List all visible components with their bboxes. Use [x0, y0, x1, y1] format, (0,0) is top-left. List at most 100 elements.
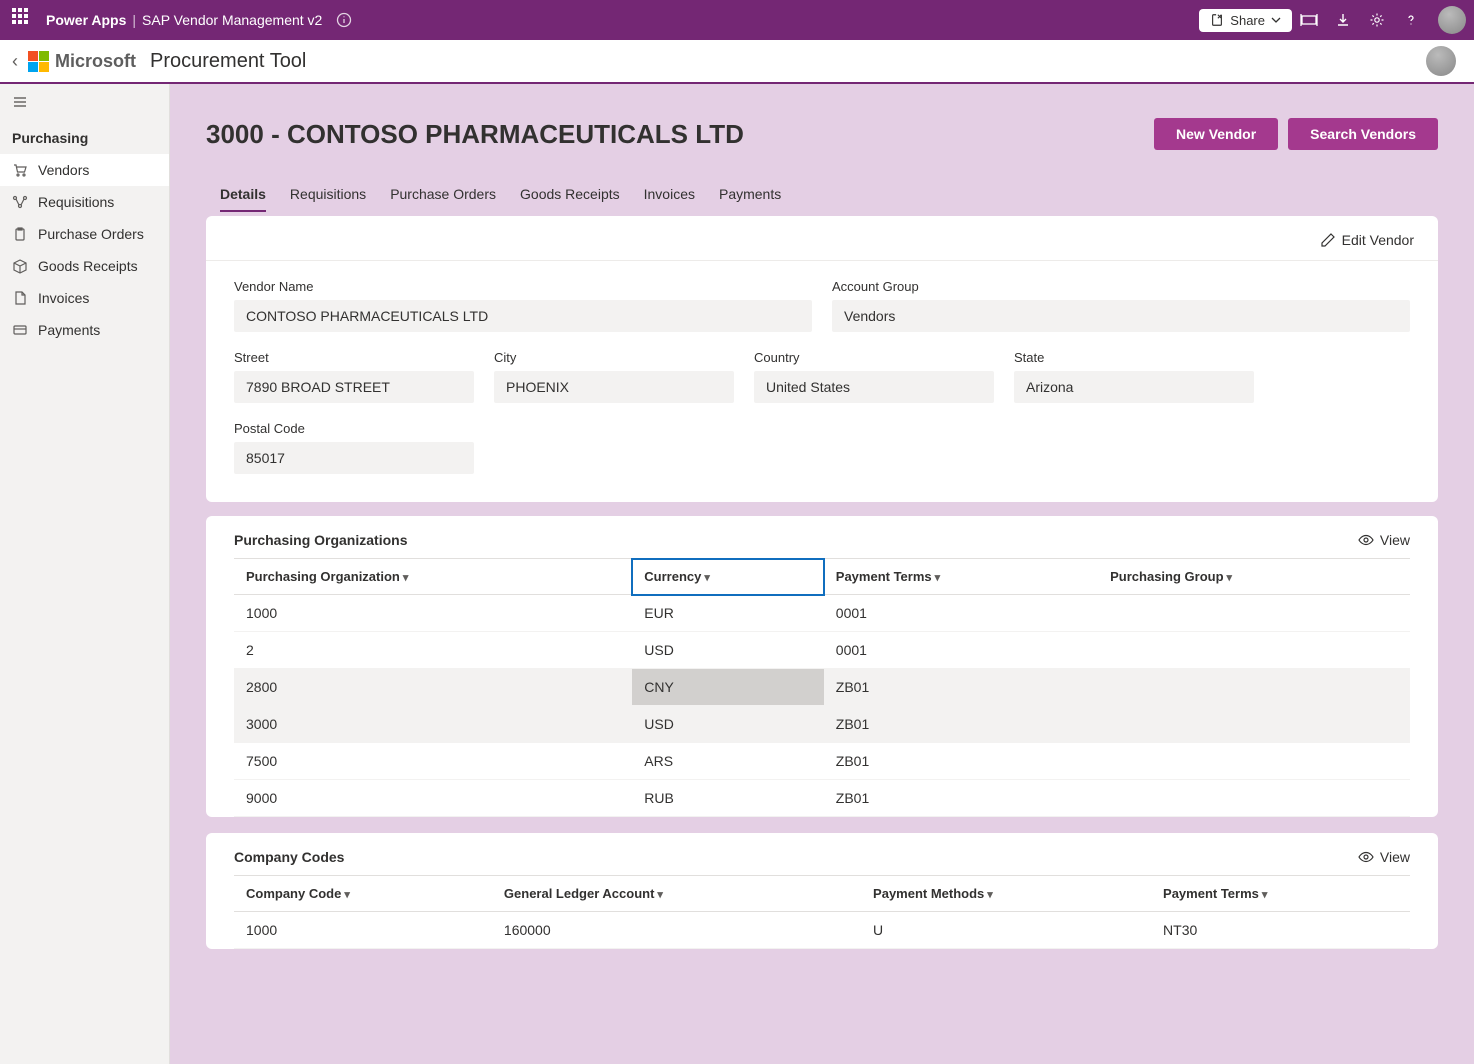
table-row[interactable]: 2USD0001 [234, 632, 1410, 669]
back-icon[interactable]: ‹ [12, 51, 18, 72]
eye-icon [1358, 532, 1374, 548]
table-cell: ZB01 [824, 743, 1098, 780]
edit-label: Edit Vendor [1342, 232, 1414, 248]
share-label: Share [1230, 13, 1265, 28]
title-separator: | [132, 12, 136, 28]
user-avatar[interactable] [1438, 6, 1466, 34]
pencil-icon [1320, 232, 1336, 248]
table-cell: 0001 [824, 595, 1098, 632]
microsoft-logo-icon [28, 51, 49, 72]
street-label: Street [234, 350, 474, 365]
share-button[interactable]: Share [1199, 9, 1292, 32]
sidebar-item-vendors[interactable]: Vendors [0, 154, 169, 186]
city-label: City [494, 350, 734, 365]
sidebar-item-label: Payments [38, 322, 100, 338]
view-label: View [1380, 849, 1410, 865]
table-cell: 1000 [234, 595, 632, 632]
sidebar-item-label: Purchase Orders [38, 226, 144, 242]
sidebar-item-label: Requisitions [38, 194, 114, 210]
col-payment-terms[interactable]: Payment Terms▾ [824, 559, 1098, 595]
table-cell [1098, 780, 1410, 817]
tool-header: ‹ Microsoft Procurement Tool [0, 40, 1474, 84]
tab-payments[interactable]: Payments [719, 178, 781, 212]
table-cell: ZB01 [824, 706, 1098, 743]
box-icon [12, 258, 28, 274]
city-value: PHOENIX [494, 371, 734, 403]
col-currency[interactable]: Currency▾ [632, 559, 823, 595]
app-title: SAP Vendor Management v2 [142, 12, 322, 28]
sidebar-item-invoices[interactable]: Invoices [0, 282, 169, 314]
table-cell: EUR [632, 595, 823, 632]
sidebar-item-requisitions[interactable]: Requisitions [0, 186, 169, 218]
sidebar-item-payments[interactable]: Payments [0, 314, 169, 346]
company-codes-view-button[interactable]: View [1358, 849, 1410, 865]
table-cell: 9000 [234, 780, 632, 817]
tab-goods-receipts[interactable]: Goods Receipts [520, 178, 620, 212]
search-vendors-button[interactable]: Search Vendors [1288, 118, 1438, 150]
card-icon [12, 322, 28, 338]
table-cell: NT30 [1151, 912, 1410, 949]
table-row[interactable]: 3000USDZB01 [234, 706, 1410, 743]
account-group-label: Account Group [832, 279, 1410, 294]
tab-details[interactable]: Details [220, 178, 266, 212]
table-cell: 2 [234, 632, 632, 669]
view-label: View [1380, 532, 1410, 548]
sidebar: Purchasing Vendors Requisitions Purchase… [0, 84, 170, 1064]
sidebar-item-goods-receipts[interactable]: Goods Receipts [0, 250, 169, 282]
table-cell: CNY [632, 669, 823, 706]
table-cell [1098, 595, 1410, 632]
clipboard-icon [12, 226, 28, 242]
table-cell: 160000 [492, 912, 861, 949]
main-content: 3000 - CONTOSO PHARMACEUTICALS LTD New V… [170, 84, 1474, 1064]
new-vendor-button[interactable]: New Vendor [1154, 118, 1278, 150]
hamburger-icon[interactable] [0, 84, 40, 120]
sidebar-item-purchase-orders[interactable]: Purchase Orders [0, 218, 169, 250]
help-icon[interactable] [1394, 0, 1428, 40]
chevron-down-icon [1271, 15, 1281, 25]
download-icon[interactable] [1326, 0, 1360, 40]
table-row[interactable]: 7500ARSZB01 [234, 743, 1410, 780]
state-value: Arizona [1014, 371, 1254, 403]
top-app-bar: Power Apps | SAP Vendor Management v2 Sh… [0, 0, 1474, 40]
table-row[interactable]: 1000160000UNT30 [234, 912, 1410, 949]
col-purchasing-org[interactable]: Purchasing Organization▾ [234, 559, 632, 595]
sidebar-item-label: Goods Receipts [38, 258, 138, 274]
settings-icon[interactable] [1360, 0, 1394, 40]
table-row[interactable]: 1000EUR0001 [234, 595, 1410, 632]
page-title: 3000 - CONTOSO PHARMACEUTICALS LTD [206, 119, 744, 150]
tab-purchase-orders[interactable]: Purchase Orders [390, 178, 496, 212]
info-icon[interactable] [336, 12, 352, 28]
app-name: Power Apps [46, 12, 126, 28]
vendor-name-value: CONTOSO PHARMACEUTICALS LTD [234, 300, 812, 332]
eye-icon [1358, 849, 1374, 865]
tab-bar: Details Requisitions Purchase Orders Goo… [206, 178, 1438, 212]
postal-value: 85017 [234, 442, 474, 474]
edit-vendor-button[interactable]: Edit Vendor [1320, 232, 1414, 248]
col-purchasing-group[interactable]: Purchasing Group▾ [1098, 559, 1410, 595]
col-company-code[interactable]: Company Code▾ [234, 876, 492, 912]
fit-icon[interactable] [1292, 0, 1326, 40]
tab-requisitions[interactable]: Requisitions [290, 178, 366, 212]
col-payment-terms[interactable]: Payment Terms▾ [1151, 876, 1410, 912]
vendor-name-label: Vendor Name [234, 279, 812, 294]
purchasing-orgs-view-button[interactable]: View [1358, 532, 1410, 548]
tool-user-avatar[interactable] [1426, 46, 1456, 76]
sidebar-item-label: Invoices [38, 290, 89, 306]
tool-title: Procurement Tool [150, 50, 306, 73]
state-label: State [1014, 350, 1254, 365]
table-cell: ZB01 [824, 780, 1098, 817]
sidebar-item-label: Vendors [38, 162, 89, 178]
col-payment-methods[interactable]: Payment Methods▾ [861, 876, 1151, 912]
table-cell: ARS [632, 743, 823, 780]
flow-icon [12, 194, 28, 210]
col-gl-account[interactable]: General Ledger Account▾ [492, 876, 861, 912]
purchasing-orgs-table: Purchasing Organization▾ Currency▾ Payme… [234, 558, 1410, 817]
country-label: Country [754, 350, 994, 365]
tab-invoices[interactable]: Invoices [644, 178, 695, 212]
table-row[interactable]: 9000RUBZB01 [234, 780, 1410, 817]
table-row[interactable]: 2800CNYZB01 [234, 669, 1410, 706]
table-cell: ZB01 [824, 669, 1098, 706]
table-cell: USD [632, 632, 823, 669]
company-codes-title: Company Codes [234, 849, 344, 865]
waffle-icon[interactable] [12, 8, 36, 32]
